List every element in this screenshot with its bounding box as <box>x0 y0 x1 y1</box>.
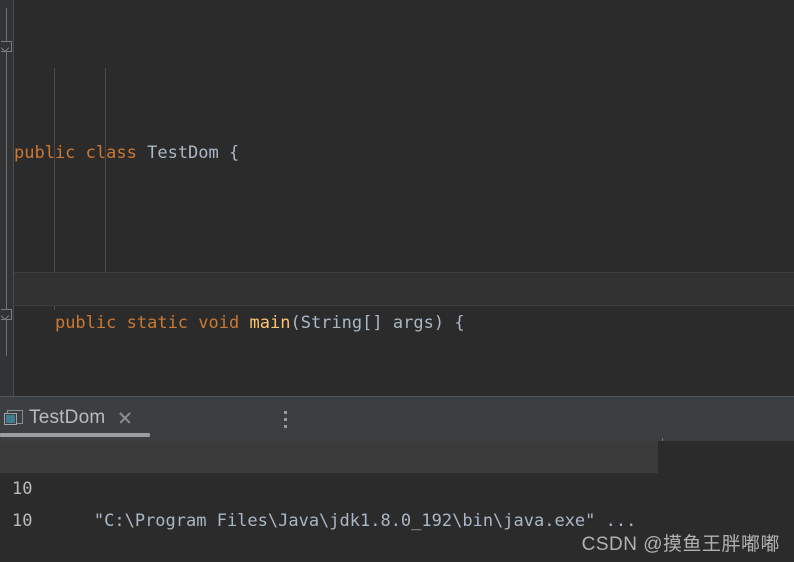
token-type-string-2: String <box>300 313 363 333</box>
token-keyword-void: void <box>198 313 240 333</box>
token-keyword-public: public <box>14 143 76 163</box>
run-tool-window: TestDom "C:\Program Files\Java\jdk1.8.0_… <box>0 396 794 562</box>
console-line-command: "C:\Program Files\Java\jdk1.8.0_192\bin\… <box>0 441 794 531</box>
token-keyword-public-2: public <box>54 313 117 333</box>
code-line-2[interactable]: public static void main(String[] args) { <box>14 306 465 340</box>
code-fold-guide-line <box>6 52 7 310</box>
console-line-output-1: 10 <box>12 479 33 499</box>
token-paren-open-2: ( <box>290 313 301 333</box>
run-tab-bar[interactable]: TestDom <box>0 397 794 452</box>
token-brace-open-2: { <box>454 313 465 333</box>
token-brace-open-1: { <box>229 143 240 163</box>
active-tab-underline <box>0 433 150 437</box>
run-tab-label: TestDom <box>29 407 106 428</box>
code-fold-guide-line-top <box>6 8 7 41</box>
token-type-testdom: TestDom <box>147 143 219 163</box>
command-line-highlight <box>0 441 658 473</box>
token-param-args: args <box>392 313 434 333</box>
code-fold-toggle-method[interactable] <box>1 41 12 52</box>
ide-window: public class TestDom { public static voi… <box>0 0 794 562</box>
code-fold-toggle-class[interactable] <box>1 309 12 320</box>
csdn-watermark: CSDN @摸鱼王胖嘟嘟 <box>581 534 780 555</box>
code-fold-guide-line-bottom <box>6 320 7 356</box>
token-keyword-class: class <box>85 143 137 163</box>
code-editor[interactable]: public class TestDom { public static voi… <box>0 0 794 396</box>
code-line-1[interactable]: public class TestDom { <box>14 136 465 170</box>
drag-handle-icon[interactable] <box>284 411 287 428</box>
token-method-main: main <box>249 313 291 333</box>
token-brackets-2: [] <box>362 313 383 333</box>
token-keyword-static: static <box>126 313 189 333</box>
token-paren-close-2: ) <box>433 313 445 333</box>
close-icon[interactable] <box>117 410 133 426</box>
console-window-icon <box>4 409 23 427</box>
code-content[interactable]: public class TestDom { public static voi… <box>14 0 465 396</box>
